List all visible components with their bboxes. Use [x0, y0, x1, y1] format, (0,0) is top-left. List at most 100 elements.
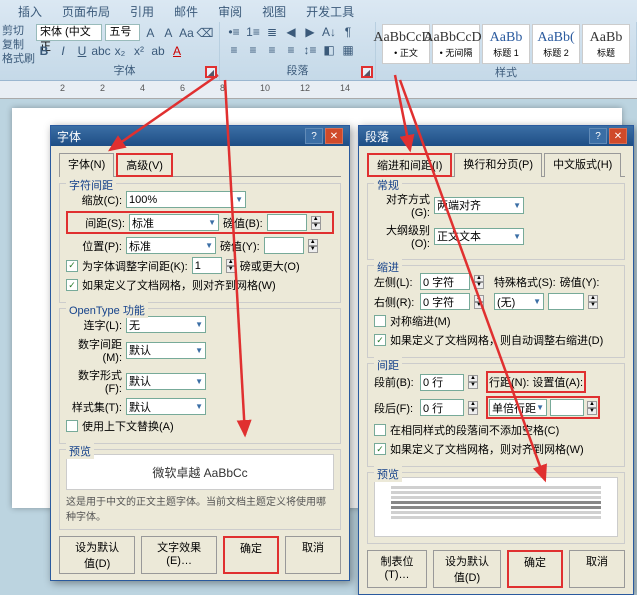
numform-combo[interactable]: 默认▼	[126, 373, 206, 390]
outline-combo[interactable]: 正文文本▼	[434, 228, 524, 245]
align-right-icon[interactable]: ≡	[264, 42, 280, 58]
help-icon[interactable]: ?	[589, 128, 607, 144]
align-left-icon[interactable]: ≡	[226, 42, 242, 58]
set-default-button[interactable]: 设为默认值(D)	[433, 550, 501, 588]
tab-indents[interactable]: 缩进和间距(I)	[367, 153, 452, 177]
before-input[interactable]: 0 行	[420, 374, 464, 391]
show-marks-icon[interactable]: ¶	[340, 24, 356, 40]
tab-advanced[interactable]: 高级(V)	[116, 153, 173, 177]
ligatures-combo[interactable]: 无▼	[126, 316, 206, 333]
tab-font[interactable]: 字体(N)	[59, 153, 114, 177]
spin-icon[interactable]: ▲▼	[226, 259, 236, 273]
style-title[interactable]: AaBb标题	[582, 24, 630, 64]
paragraph-dialog-launcher[interactable]: ◢	[361, 66, 373, 78]
multilevel-icon[interactable]: ≣	[264, 24, 280, 40]
font-dialog-launcher[interactable]: ◢	[205, 66, 217, 78]
spin-icon[interactable]: ▲▼	[311, 216, 321, 230]
tab-view[interactable]: 视图	[254, 1, 294, 22]
text-effects-button[interactable]: 文字效果(E)…	[141, 536, 217, 574]
line-spacing-combo[interactable]: 单倍行距▼	[489, 399, 547, 416]
bold-icon[interactable]: B	[36, 43, 52, 59]
borders-icon[interactable]: ▦	[340, 42, 356, 58]
numspacing-combo[interactable]: 默认▼	[126, 342, 206, 359]
tab-asian[interactable]: 中文版式(H)	[544, 153, 621, 177]
font-name-combo[interactable]: 宋体 (中文正	[36, 24, 102, 41]
snap-grid-checkbox[interactable]: ✓	[374, 443, 386, 455]
superscript-icon[interactable]: x²	[131, 43, 147, 59]
spin-icon[interactable]: ▲▼	[588, 295, 598, 309]
kerning-input[interactable]: 1	[192, 257, 222, 274]
before-label: 段前(B):	[374, 374, 416, 390]
position-combo[interactable]: 标准▼	[126, 237, 216, 254]
by-input[interactable]	[548, 293, 584, 310]
underline-icon[interactable]: U	[74, 43, 90, 59]
style-nospacing[interactable]: AaBbCcDd• 无间隔	[432, 24, 480, 64]
contextual-checkbox[interactable]	[66, 420, 78, 432]
preview-box: 微软卓越 AaBbCc	[66, 454, 334, 490]
auto-indent-checkbox[interactable]: ✓	[374, 334, 386, 346]
mirror-indent-checkbox[interactable]	[374, 315, 386, 327]
after-input[interactable]: 0 行	[420, 399, 464, 416]
font-color-icon[interactable]: A	[169, 43, 185, 59]
shrink-font-icon[interactable]: A	[161, 25, 176, 41]
increase-indent-icon[interactable]: ▶	[302, 24, 318, 40]
change-case-icon[interactable]: Aa	[179, 25, 194, 41]
spin-icon[interactable]: ▲▼	[474, 275, 484, 289]
style-h1[interactable]: AaBb标题 1	[482, 24, 530, 64]
set-default-button[interactable]: 设为默认值(D)	[59, 536, 135, 574]
at-input[interactable]	[550, 399, 584, 416]
tab-insert[interactable]: 插入	[10, 1, 50, 22]
by-label: 磅值(Y):	[560, 274, 600, 290]
cancel-button[interactable]: 取消	[285, 536, 341, 574]
cancel-button[interactable]: 取消	[569, 550, 625, 588]
close-icon[interactable]: ✕	[609, 128, 627, 144]
help-icon[interactable]: ?	[305, 128, 323, 144]
align-center-icon[interactable]: ≡	[245, 42, 261, 58]
spacing-combo[interactable]: 标准▼	[129, 214, 219, 231]
close-icon[interactable]: ✕	[325, 128, 343, 144]
spin-icon[interactable]: ▲▼	[468, 401, 478, 415]
right-indent-input[interactable]: 0 字符	[420, 293, 470, 310]
styleset-combo[interactable]: 默认▼	[126, 398, 206, 415]
font-size-combo[interactable]: 五号	[105, 24, 139, 41]
decrease-indent-icon[interactable]: ◀	[283, 24, 299, 40]
strike-icon[interactable]: abc	[93, 43, 109, 59]
style-h2[interactable]: AaBb(标题 2	[532, 24, 580, 64]
at-label: 设置值(A):	[532, 374, 583, 390]
numbering-icon[interactable]: 1≡	[245, 24, 261, 40]
ok-button[interactable]: 确定	[223, 536, 279, 574]
special-combo[interactable]: (无)▼	[494, 293, 544, 310]
subscript-icon[interactable]: x₂	[112, 43, 128, 59]
spin-icon[interactable]: ▲▼	[308, 239, 318, 253]
spacing-by-input[interactable]	[267, 214, 307, 231]
spacing-label: 间距(S):	[69, 215, 125, 231]
justify-icon[interactable]: ≡	[283, 42, 299, 58]
highlight-icon[interactable]: ab	[150, 43, 166, 59]
bullets-icon[interactable]: •≡	[226, 24, 242, 40]
grow-font-icon[interactable]: A	[143, 25, 158, 41]
tab-layout[interactable]: 页面布局	[54, 1, 118, 22]
ok-button[interactable]: 确定	[507, 550, 563, 588]
align-combo[interactable]: 两端对齐▼	[434, 197, 524, 214]
italic-icon[interactable]: I	[55, 43, 71, 59]
paragraph-dialog: 段落 ?✕ 缩进和间距(I) 换行和分页(P) 中文版式(H) 常规 对齐方式(…	[358, 125, 634, 595]
line-spacing-icon[interactable]: ↕≡	[302, 42, 318, 58]
clear-format-icon[interactable]: ⌫	[197, 25, 213, 41]
tab-references[interactable]: 引用	[122, 1, 162, 22]
spin-icon[interactable]: ▲▼	[587, 401, 597, 415]
tab-review[interactable]: 审阅	[210, 1, 250, 22]
snap-grid-checkbox[interactable]: ✓	[66, 279, 78, 291]
tab-linebreaks[interactable]: 换行和分页(P)	[454, 153, 542, 177]
shading-icon[interactable]: ◧	[321, 42, 337, 58]
position-by-input[interactable]	[264, 237, 304, 254]
nosame-checkbox[interactable]	[374, 424, 386, 436]
tab-dev[interactable]: 开发工具	[298, 1, 362, 22]
spin-icon[interactable]: ▲▼	[468, 375, 478, 389]
tab-mail[interactable]: 邮件	[166, 1, 206, 22]
kerning-checkbox[interactable]: ✓	[66, 260, 78, 272]
left-indent-input[interactable]: 0 字符	[420, 273, 470, 290]
tabs-button[interactable]: 制表位(T)…	[367, 550, 427, 588]
scale-combo[interactable]: 100%▼	[126, 191, 246, 208]
sort-icon[interactable]: A↓	[321, 24, 337, 40]
spin-icon[interactable]: ▲▼	[474, 295, 484, 309]
